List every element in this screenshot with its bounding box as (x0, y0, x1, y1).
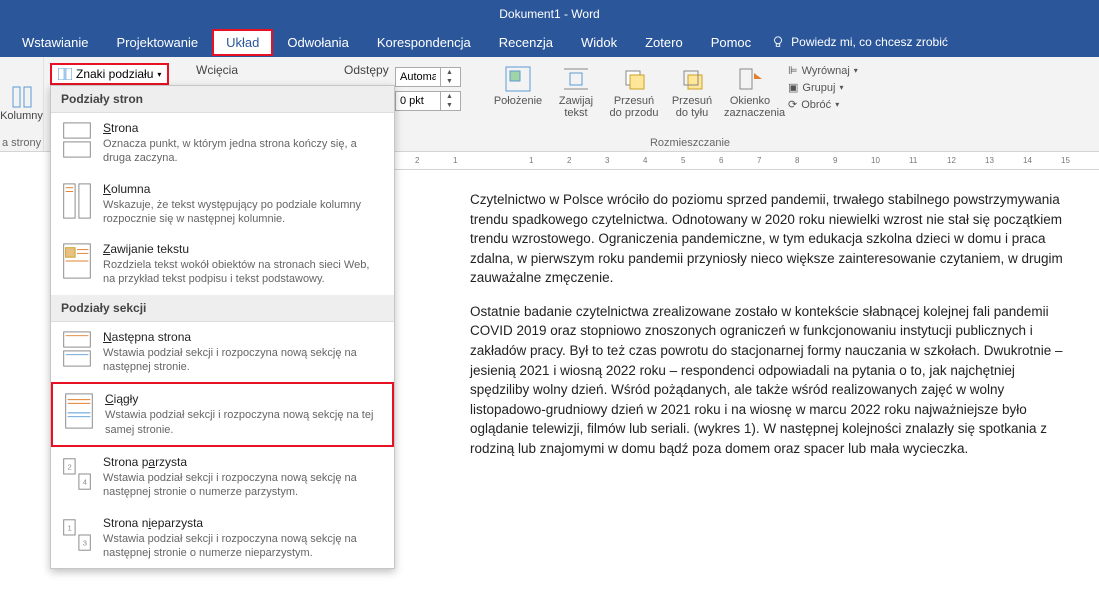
position-button[interactable]: Położenie (490, 63, 546, 109)
break-next-page[interactable]: Następna strona Wstawia podział sekcji i… (51, 322, 394, 383)
indent-spacing-labels: Wcięcia (196, 63, 238, 77)
break-column-desc: Wskazuje, że tekst występujący po podzia… (103, 198, 384, 227)
selection-pane-icon (736, 65, 764, 93)
spacing-before-spinner[interactable]: ▲▼ (395, 67, 461, 87)
paragraph-1: Czytelnictwo w Polsce wróciło do poziomu… (470, 190, 1070, 288)
wrap-break-icon (61, 242, 93, 280)
rotate-icon: ⟳ (788, 98, 797, 111)
svg-text:1: 1 (68, 523, 72, 532)
selection-pane-button[interactable]: Okienko zaznaczenia (722, 63, 778, 121)
chevron-down-icon: ▾ (854, 66, 858, 75)
rotate-button[interactable]: ⟳Obróć▾ (784, 97, 862, 112)
break-continuous[interactable]: Ciągły Wstawia podział sekcji i rozpoczy… (51, 382, 394, 447)
spacing-before-input[interactable] (396, 71, 440, 83)
tab-korespondencja[interactable]: Korespondencja (363, 29, 485, 56)
arrange-caption: Rozmieszczanie (560, 137, 820, 149)
svg-text:2: 2 (68, 462, 72, 471)
tellme[interactable]: Powiedz mi, co chcesz zrobić (771, 35, 948, 49)
break-column[interactable]: Kolumna Wskazuje, że tekst występujący p… (51, 174, 394, 235)
tab-wstawianie[interactable]: Wstawianie (8, 29, 102, 56)
svg-text:3: 3 (83, 538, 87, 547)
chevron-down-icon: ▾ (839, 83, 843, 92)
break-text-wrap[interactable]: Zawijanie tekstu Rozdziela tekst wokół o… (51, 234, 394, 295)
section-breaks-section: Podziały sekcji (51, 295, 394, 322)
svg-text:4: 4 (83, 477, 87, 486)
align-icon: ⊫ (788, 64, 798, 77)
bring-forward-icon (620, 65, 648, 93)
break-even-page[interactable]: 24 Strona parzysta Wstawia podział sekcj… (51, 447, 394, 508)
break-column-title: Kolumna (103, 182, 384, 196)
break-page-desc: Oznacza punkt, w którym jedna strona koń… (103, 137, 384, 166)
page-setup-caption: a strony (0, 137, 44, 149)
break-odd-page[interactable]: 13 Strona nieparzysta Wstawia podział se… (51, 508, 394, 569)
spacing-label: Odstępy (344, 63, 389, 77)
continuous-icon (63, 392, 95, 430)
break-even-title: Strona parzysta (103, 455, 384, 469)
bulb-icon (771, 35, 785, 49)
spacing-after-input[interactable] (396, 95, 440, 107)
break-page-title: SStronatrona (103, 121, 384, 135)
horizontal-ruler[interactable]: 21123456789101112131415 (395, 152, 1099, 170)
tab-pomoc[interactable]: Pomoc (697, 29, 765, 56)
spin-down-icon[interactable]: ▼ (441, 101, 458, 110)
menu-bar: Wstawianie Projektowanie Układ Odwołania… (0, 27, 1099, 57)
breaks-dropdown-button[interactable]: Znaki podziału ▾ (50, 63, 169, 85)
tab-widok[interactable]: Widok (567, 29, 631, 56)
indent-label: Wcięcia (196, 63, 238, 77)
chevron-down-icon: ▾ (157, 70, 161, 79)
arrange-side-buttons: ⊫Wyrównaj▾ ▣Grupuj▾ ⟳Obróć▾ (784, 63, 862, 112)
wrap-icon (562, 65, 590, 93)
break-even-desc: Wstawia podział sekcji i rozpoczyna nową… (103, 471, 384, 500)
next-page-icon (61, 330, 93, 368)
break-cont-desc: Wstawia podział sekcji i rozpoczyna nową… (105, 408, 382, 437)
breaks-dropdown: Podziały stron SStronatrona Oznacza punk… (50, 85, 395, 569)
tab-zotero[interactable]: Zotero (631, 29, 697, 56)
break-odd-title: Strona nieparzysta (103, 516, 384, 530)
send-backward-button[interactable]: Przesuń do tyłu (664, 63, 720, 121)
break-cont-title: Ciągły (105, 392, 382, 406)
ribbon: Kolumny a strony Znaki podziału ▾ Wcięci… (0, 57, 1099, 152)
tab-projektowanie[interactable]: Projektowanie (102, 29, 212, 56)
tab-uklad[interactable]: Układ (212, 29, 273, 56)
spin-down-icon[interactable]: ▼ (441, 77, 458, 86)
wrap-text-button[interactable]: Zawijaj tekst (548, 63, 604, 121)
spacing-after-spinner[interactable]: ▲▼ (395, 91, 461, 111)
spacing-spinners: ▲▼ ▲▼ (395, 63, 461, 111)
even-page-icon: 24 (61, 455, 93, 493)
align-button[interactable]: ⊫Wyrównaj▾ (784, 63, 862, 78)
position-icon (504, 65, 532, 93)
spin-up-icon[interactable]: ▲ (441, 68, 458, 77)
columns-label: Kolumny (0, 110, 43, 122)
breaks-label: Znaki podziału (76, 67, 153, 81)
tab-recenzja[interactable]: Recenzja (485, 29, 567, 56)
odd-page-icon: 13 (61, 516, 93, 554)
breaks-icon (58, 68, 72, 80)
document-body[interactable]: Czytelnictwo w Polsce wróciło do poziomu… (470, 190, 1070, 472)
title-bar: Dokument1 - Word (0, 0, 1099, 27)
bring-forward-button[interactable]: Przesuń do przodu (606, 63, 662, 121)
break-wrap-desc: Rozdziela tekst wokół obiektów na strona… (103, 258, 384, 287)
chevron-down-icon: ▾ (835, 100, 839, 109)
page-breaks-section: Podziały stron (51, 86, 394, 113)
tab-odwolania[interactable]: Odwołania (273, 29, 362, 56)
tellme-label: Powiedz mi, co chcesz zrobić (791, 35, 948, 49)
break-odd-desc: Wstawia podział sekcji i rozpoczyna nową… (103, 532, 384, 561)
break-page[interactable]: SStronatrona Oznacza punkt, w którym jed… (51, 113, 394, 174)
spin-up-icon[interactable]: ▲ (441, 92, 458, 101)
break-next-title: Następna strona (103, 330, 384, 344)
column-break-icon (61, 182, 93, 220)
window-title: Dokument1 - Word (499, 7, 599, 21)
paragraph-2: Ostatnie badanie czytelnictwa zrealizowa… (470, 302, 1070, 459)
send-backward-icon (678, 65, 706, 93)
break-next-desc: Wstawia podział sekcji i rozpoczyna nową… (103, 346, 384, 375)
group-icon: ▣ (788, 81, 798, 94)
arrange-group: Położenie Zawijaj tekst Przesuń do przod… (490, 63, 862, 121)
page-break-icon (61, 121, 93, 159)
group-button[interactable]: ▣Grupuj▾ (784, 80, 862, 95)
columns-icon (12, 86, 32, 108)
break-wrap-title: Zawijanie tekstu (103, 242, 384, 256)
